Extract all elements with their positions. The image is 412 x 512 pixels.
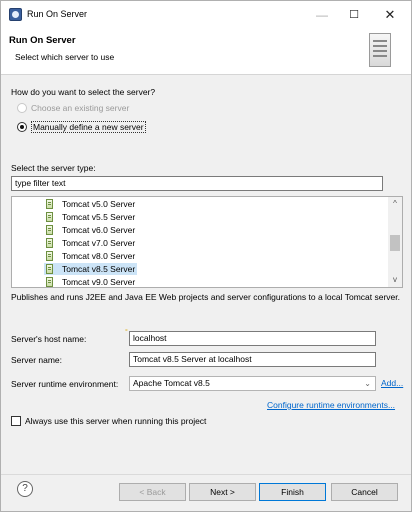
- server-icon: [46, 277, 53, 287]
- tree-item[interactable]: Tomcat v9.0 Server: [44, 276, 137, 287]
- radio-label: Manually define a new server: [31, 121, 146, 133]
- page-description: Select which server to use: [15, 52, 115, 62]
- server-icon: [46, 199, 53, 209]
- back-button[interactable]: < Back: [119, 483, 186, 501]
- page-title: Run On Server: [9, 35, 76, 46]
- tree-item[interactable]: Tomcat v5.5 Server: [44, 211, 137, 223]
- tree-item-label: Tomcat v5.0 Server: [62, 199, 136, 209]
- always-use-server-checkbox-row[interactable]: Always use this server when running this…: [11, 416, 206, 426]
- server-type-label: Select the server type:: [11, 163, 96, 173]
- filter-input[interactable]: type filter text: [11, 176, 383, 191]
- runtime-select[interactable]: Apache Tomcat v8.5 ⌄: [129, 376, 376, 391]
- server-icon: [46, 238, 53, 248]
- tree-item-label: Tomcat v5.5 Server: [62, 212, 136, 222]
- radio-button[interactable]: [17, 103, 27, 113]
- tree-item-label: Tomcat v8.0 Server: [62, 251, 136, 261]
- selection-question: How do you want to select the server?: [11, 87, 156, 97]
- run-on-server-dialog: Run On Server — ☐ ✕ Run On Server Select…: [0, 0, 412, 512]
- server-icon: [46, 225, 53, 235]
- host-name-field[interactable]: localhost: [129, 331, 376, 346]
- tree-item[interactable]: Tomcat v6.0 Server: [44, 224, 137, 236]
- minimize-icon[interactable]: —: [307, 4, 337, 26]
- radio-button[interactable]: [17, 122, 27, 132]
- add-runtime-link[interactable]: Add...: [381, 378, 403, 388]
- help-icon[interactable]: ?: [17, 481, 33, 497]
- configure-runtimes-link[interactable]: Configure runtime environments...: [267, 400, 395, 410]
- tree-item[interactable]: Tomcat v7.0 Server: [44, 237, 137, 249]
- tree-scrollbar[interactable]: ^ v: [388, 197, 402, 287]
- always-use-checkbox[interactable]: [11, 416, 21, 426]
- wizard-header: Run On Server Select which server to use: [1, 29, 411, 75]
- always-use-label: Always use this server when running this…: [25, 416, 207, 426]
- server-banner-icon: [369, 33, 391, 67]
- scroll-thumb[interactable]: [390, 235, 400, 251]
- maximize-icon[interactable]: ☐: [339, 4, 369, 26]
- server-icon: [46, 251, 53, 261]
- tree-item-label: Tomcat v8.5 Server: [62, 264, 136, 274]
- runtime-label: Server runtime environment:: [11, 379, 119, 389]
- radio-label: Choose an existing server: [31, 103, 130, 113]
- tree-item-label: Tomcat v7.0 Server: [62, 238, 136, 248]
- scroll-down-icon[interactable]: v: [388, 273, 402, 287]
- next-button[interactable]: Next >: [189, 483, 256, 501]
- footer-divider: [1, 474, 411, 475]
- title-bar: Run On Server — ☐ ✕: [1, 1, 411, 29]
- radio-manual-server[interactable]: Manually define a new server: [17, 120, 146, 134]
- finish-button[interactable]: Finish: [259, 483, 326, 501]
- eclipse-app-icon: [9, 8, 22, 21]
- runtime-select-value: Apache Tomcat v8.5: [133, 378, 210, 388]
- window-title: Run On Server: [27, 9, 88, 19]
- cancel-button[interactable]: Cancel: [331, 483, 398, 501]
- tree-item[interactable]: Tomcat v8.0 Server: [44, 250, 137, 262]
- host-name-label: Server's host name:: [11, 334, 87, 344]
- close-icon[interactable]: ✕: [375, 4, 405, 26]
- server-icon: [46, 264, 53, 274]
- tree-item-label: Tomcat v9.0 Server: [62, 277, 136, 287]
- server-name-field[interactable]: Tomcat v8.5 Server at localhost: [129, 352, 376, 367]
- server-icon: [46, 212, 53, 222]
- tree-item-selected[interactable]: Tomcat v8.5 Server: [44, 263, 138, 275]
- chevron-down-icon: ⌄: [364, 379, 371, 388]
- scroll-up-icon[interactable]: ^: [388, 197, 402, 211]
- server-type-description: Publishes and runs J2EE and Java EE Web …: [11, 292, 401, 302]
- tree-item[interactable]: Tomcat v5.0 Server: [44, 198, 137, 210]
- server-type-tree[interactable]: Tomcat v5.0 Server Tomcat v5.5 Server To…: [11, 196, 403, 288]
- server-name-label: Server name:: [11, 355, 63, 365]
- radio-existing-server[interactable]: Choose an existing server: [17, 101, 129, 115]
- tree-item-label: Tomcat v6.0 Server: [62, 225, 136, 235]
